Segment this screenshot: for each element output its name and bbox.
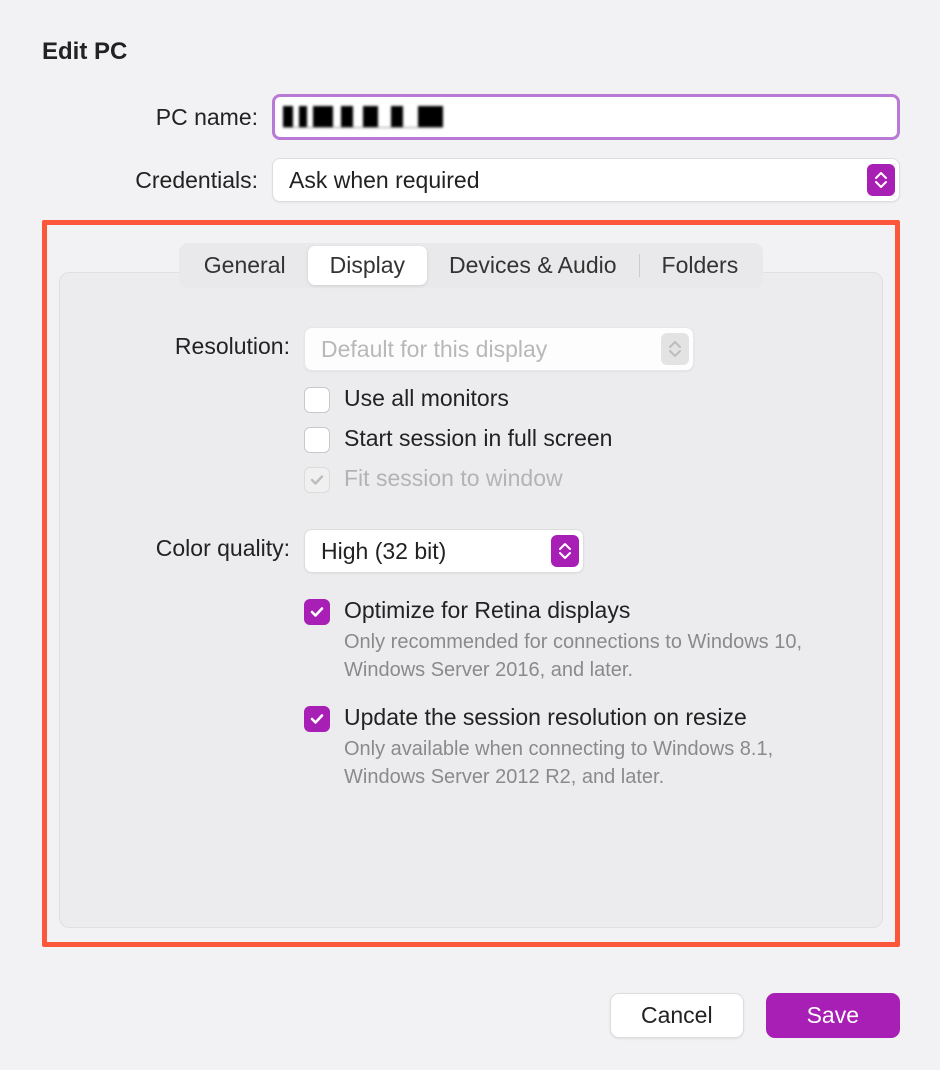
fit-to-window-label: Fit session to window <box>344 465 563 492</box>
credentials-select[interactable]: Ask when required <box>272 158 900 202</box>
tab-general[interactable]: General <box>182 246 308 285</box>
tab-display[interactable]: Display <box>308 246 427 285</box>
use-all-monitors-checkbox[interactable] <box>304 387 330 413</box>
edit-pc-dialog: Edit PC PC name: Credentials: Ask when r… <box>10 10 930 1060</box>
start-fullscreen-checkbox[interactable] <box>304 427 330 453</box>
update-on-resize-checkbox[interactable] <box>304 706 330 732</box>
update-on-resize-label: Update the session resolution on resize <box>344 704 852 731</box>
stepper-icon[interactable] <box>551 535 579 567</box>
display-panel: Resolution: Default for this display <box>59 272 883 928</box>
tabs: General Display Devices & Audio Folders <box>179 243 763 288</box>
optimize-retina-label: Optimize for Retina displays <box>344 597 852 624</box>
start-fullscreen-label: Start session in full screen <box>344 425 612 452</box>
monitor-options-row: Use all monitors Start session in full s… <box>90 385 852 505</box>
optimize-retina-row: Optimize for Retina displays Only recomm… <box>90 597 852 803</box>
dialog-title: Edit PC <box>42 38 900 66</box>
credentials-label: Credentials: <box>42 167 272 194</box>
highlight-annotation: General Display Devices & Audio Folders … <box>42 220 900 947</box>
credentials-select-wrapper: Ask when required <box>272 158 900 202</box>
credentials-value: Ask when required <box>289 167 480 194</box>
dialog-buttons: Cancel Save <box>610 993 900 1038</box>
fit-to-window-checkbox <box>304 467 330 493</box>
stepper-icon[interactable] <box>867 164 895 196</box>
credentials-row: Credentials: Ask when required <box>42 158 900 202</box>
resolution-value: Default for this display <box>321 336 547 363</box>
color-quality-value: High (32 bit) <box>321 538 446 565</box>
optimize-retina-sub: Only recommended for connections to Wind… <box>344 628 852 684</box>
resolution-row: Resolution: Default for this display <box>90 327 852 371</box>
resolution-select[interactable]: Default for this display <box>304 327 694 371</box>
stepper-icon <box>661 333 689 365</box>
color-quality-row: Color quality: High (32 bit) <box>90 529 852 573</box>
pc-name-value-redacted <box>283 106 443 128</box>
cancel-button[interactable]: Cancel <box>610 993 744 1038</box>
tab-devices-audio[interactable]: Devices & Audio <box>427 246 638 285</box>
color-quality-label: Color quality: <box>90 529 304 562</box>
pc-name-label: PC name: <box>42 104 272 131</box>
save-button[interactable]: Save <box>766 993 900 1038</box>
pc-name-row: PC name: <box>42 94 900 140</box>
tab-folders[interactable]: Folders <box>640 246 761 285</box>
pc-name-input-wrapper[interactable] <box>272 94 900 140</box>
resolution-label: Resolution: <box>90 327 304 360</box>
use-all-monitors-label: Use all monitors <box>344 385 509 412</box>
color-quality-select[interactable]: High (32 bit) <box>304 529 584 573</box>
update-on-resize-sub: Only available when connecting to Window… <box>344 735 852 791</box>
optimize-retina-checkbox[interactable] <box>304 599 330 625</box>
